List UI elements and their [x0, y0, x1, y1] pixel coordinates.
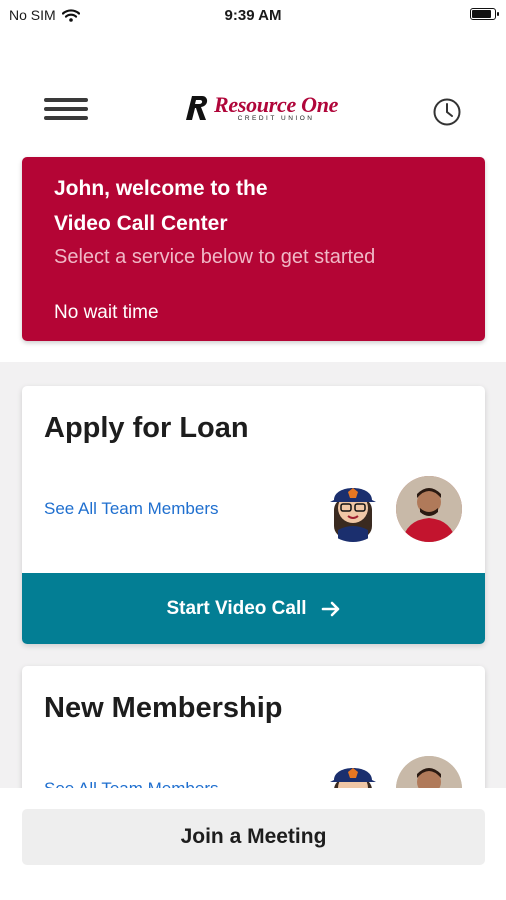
team-member-avatar: [396, 476, 462, 542]
bitmoji-avatar-icon: [330, 488, 376, 542]
welcome-subtitle: Select a service below to get started: [54, 246, 376, 268]
logo-name: Resource One: [214, 92, 339, 117]
welcome-title-line2: Video Call Center: [54, 212, 228, 235]
see-all-team-members-link[interactable]: See All Team Members: [44, 499, 218, 519]
bottom-bar: Join a Meeting: [0, 788, 506, 900]
bitmoji-avatar-icon: [330, 768, 376, 788]
person-photo-icon: [396, 756, 462, 788]
team-member-avatar: [320, 476, 386, 542]
service-card-new-membership: New Membership See All Team Members: [22, 666, 485, 788]
logo-r-mark-icon: [186, 96, 208, 120]
start-video-call-label: Start Video Call: [166, 597, 307, 619]
clock-time: 9:39 AM: [224, 7, 282, 24]
welcome-title-line1: John, welcome to the: [54, 177, 268, 200]
team-member-avatar: [396, 756, 462, 788]
service-title: New Membership: [44, 692, 283, 724]
battery-icon: [470, 8, 499, 20]
wait-time-label: No wait time: [54, 302, 159, 323]
join-meeting-button[interactable]: Join a Meeting: [22, 809, 485, 865]
service-title: Apply for Loan: [44, 412, 249, 444]
status-bar: No SIM 9:39 AM: [0, 0, 506, 30]
see-all-team-members-link[interactable]: See All Team Members: [44, 779, 218, 788]
welcome-banner: John, welcome to the Video Call Center S…: [22, 157, 485, 341]
services-list[interactable]: Apply for Loan See All Team Members Star…: [0, 362, 506, 788]
battery-fill: [472, 10, 491, 18]
clock-icon[interactable]: [432, 97, 462, 127]
start-video-call-button[interactable]: Start Video Call: [22, 573, 485, 644]
person-photo-icon: [396, 476, 462, 542]
arrow-right-icon: [321, 601, 339, 616]
app-header: Resource One CREDIT UNION: [0, 80, 506, 140]
service-card-apply-loan: Apply for Loan See All Team Members Star…: [22, 386, 485, 644]
resource-one-logo: Resource One CREDIT UNION: [184, 94, 338, 122]
hamburger-menu-icon[interactable]: [44, 98, 88, 124]
team-member-avatar: [320, 756, 386, 788]
